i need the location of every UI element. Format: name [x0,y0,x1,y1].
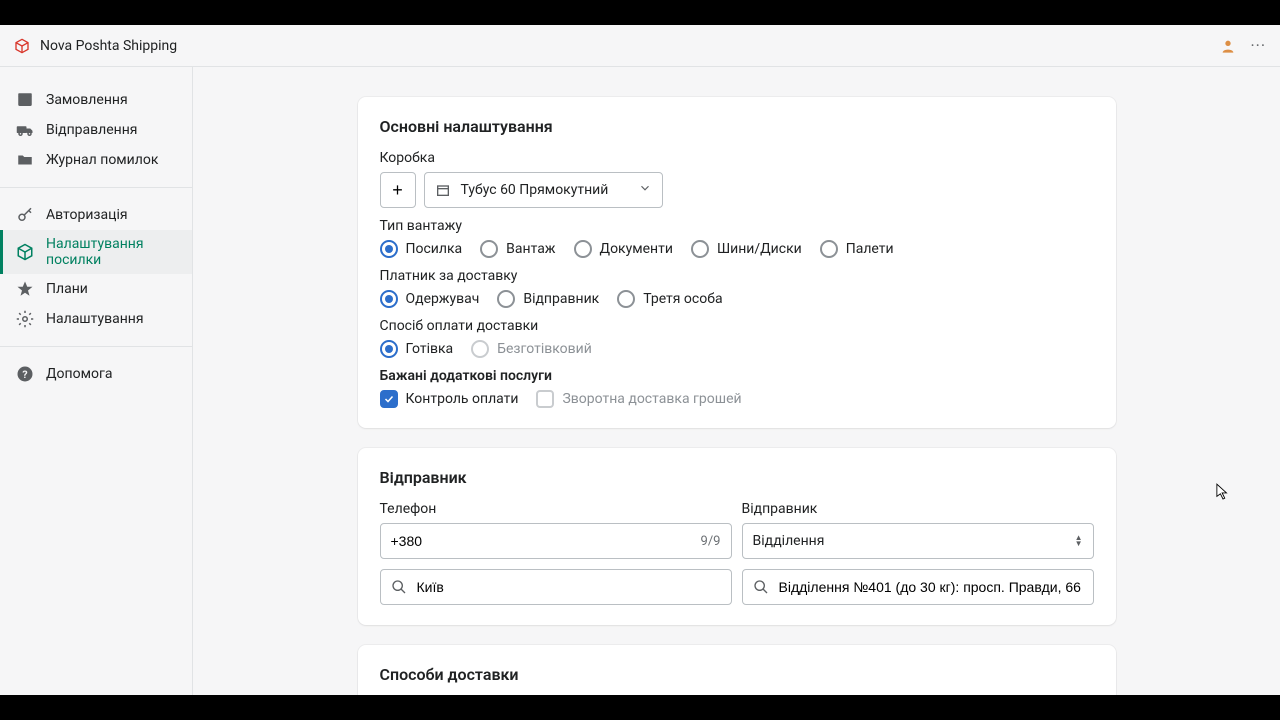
main-content: Основні налаштування Коробка + Тубус 60 … [193,67,1280,695]
phone-field[interactable] [391,533,693,549]
sidebar-item-label: Налаштування посилки [46,236,176,268]
gear-icon [16,310,34,328]
svg-text:?: ? [22,368,27,381]
sidebar-item-label: Замовлення [46,92,128,108]
orders-icon [16,91,34,109]
warehouse-search[interactable] [742,569,1094,605]
radio-noncash: Безготівковий [471,340,592,358]
box-select[interactable]: Тубус 60 Прямокутний [424,172,664,208]
sidebar-item-help[interactable]: ? Допомога [0,359,192,389]
radio-cargo[interactable]: Вантаж [480,240,555,258]
more-icon[interactable]: ··· [1250,36,1266,55]
key-icon [16,206,34,224]
user-icon[interactable] [1220,38,1236,54]
sender-type-select[interactable]: Відділення ▲▼ [742,523,1094,559]
sidebar-item-error-log[interactable]: Журнал помилок [0,145,192,175]
radio-pallets[interactable]: Палети [820,240,894,258]
sidebar-item-label: Допомога [46,366,112,382]
checkbox-payment-control[interactable]: Контроль оплати [380,390,519,408]
topbar: Nova Poshta Shipping ··· [0,25,1280,67]
radio-parcel[interactable]: Посилка [380,240,463,258]
radio-documents[interactable]: Документи [574,240,673,258]
truck-icon [16,121,34,139]
folder-icon [16,151,34,169]
panel-main-settings: Основні налаштування Коробка + Тубус 60 … [358,97,1116,428]
box-label: Коробка [380,150,1094,166]
sidebar-item-auth[interactable]: Авторизація [0,200,192,230]
star-icon [16,280,34,298]
cargo-type-label: Тип вантажу [380,218,1094,234]
sender-type-label: Відправник [742,501,1094,517]
select-arrows-icon: ▲▼ [1075,535,1083,547]
sidebar-item-label: Авторизація [46,207,128,223]
services-label: Бажані додаткові послуги [380,368,1094,384]
radio-cash[interactable]: Готівка [380,340,454,358]
city-search[interactable] [380,569,732,605]
radio-recipient[interactable]: Одержувач [380,290,480,308]
city-field[interactable] [417,579,721,595]
phone-input[interactable]: 9/9 [380,523,732,559]
sidebar-item-settings[interactable]: Налаштування [0,304,192,334]
panel-delivery-methods: Способи доставки General Profile Доставк… [358,645,1116,695]
sidebar-item-plans[interactable]: Плани [0,274,192,304]
chevron-down-icon [638,181,652,199]
sidebar-item-package-settings[interactable]: Налаштування посилки [0,230,192,274]
payer-label: Платник за доставку [380,268,1094,284]
sidebar: Замовлення Відправлення Журнал помилок [0,67,193,695]
sidebar-item-orders[interactable]: Замовлення [0,85,192,115]
panel-title: Відправник [380,468,1094,487]
panel-title: Способи доставки [380,665,1094,684]
box-icon [435,182,451,198]
checkbox-money-back: Зворотна доставка грошей [536,390,741,408]
app-title: Nova Poshta Shipping [40,38,177,54]
sidebar-item-label: Відправлення [46,122,138,138]
sidebar-item-label: Журнал помилок [46,152,158,168]
package-icon [16,243,34,261]
phone-counter: 9/9 [701,534,721,549]
search-icon [753,579,769,595]
phone-label: Телефон [380,501,732,517]
panel-sender: Відправник Телефон 9/9 [358,448,1116,625]
search-icon [391,579,407,595]
sidebar-item-label: Плани [46,281,88,297]
sender-type-value: Відділення [753,533,825,549]
help-icon: ? [16,365,34,383]
panel-title: Основні налаштування [380,117,1094,136]
payment-method-label: Спосіб оплати доставки [380,318,1094,334]
sidebar-item-label: Налаштування [46,311,144,327]
radio-sender[interactable]: Відправник [497,290,599,308]
app-logo-icon [14,38,30,54]
sidebar-item-shipments[interactable]: Відправлення [0,115,192,145]
add-box-button[interactable]: + [380,172,416,208]
radio-third[interactable]: Третя особа [617,290,722,308]
radio-tires[interactable]: Шини/Диски [691,240,802,258]
box-select-value: Тубус 60 Прямокутний [461,182,609,198]
warehouse-field[interactable] [779,579,1083,595]
